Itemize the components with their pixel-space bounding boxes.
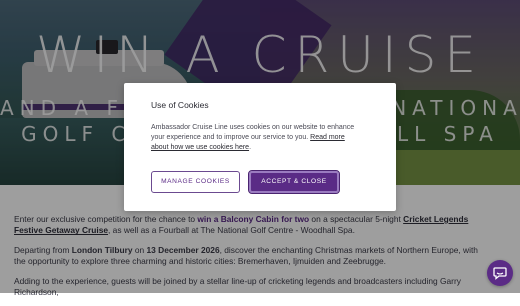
modal-title: Use of Cookies — [151, 100, 209, 110]
modal-body-suffix: . — [249, 144, 252, 151]
manage-cookies-button[interactable]: MANAGE COOKIES — [151, 171, 240, 193]
accept-close-button[interactable]: ACCEPT & CLOSE — [248, 170, 340, 194]
cookie-consent-modal: Use of Cookies Ambassador Cruise Line us… — [124, 83, 396, 211]
modal-body: Ambassador Cruise Line uses cookies on o… — [151, 123, 363, 153]
chat-icon — [493, 267, 507, 280]
chat-button[interactable] — [487, 260, 513, 286]
